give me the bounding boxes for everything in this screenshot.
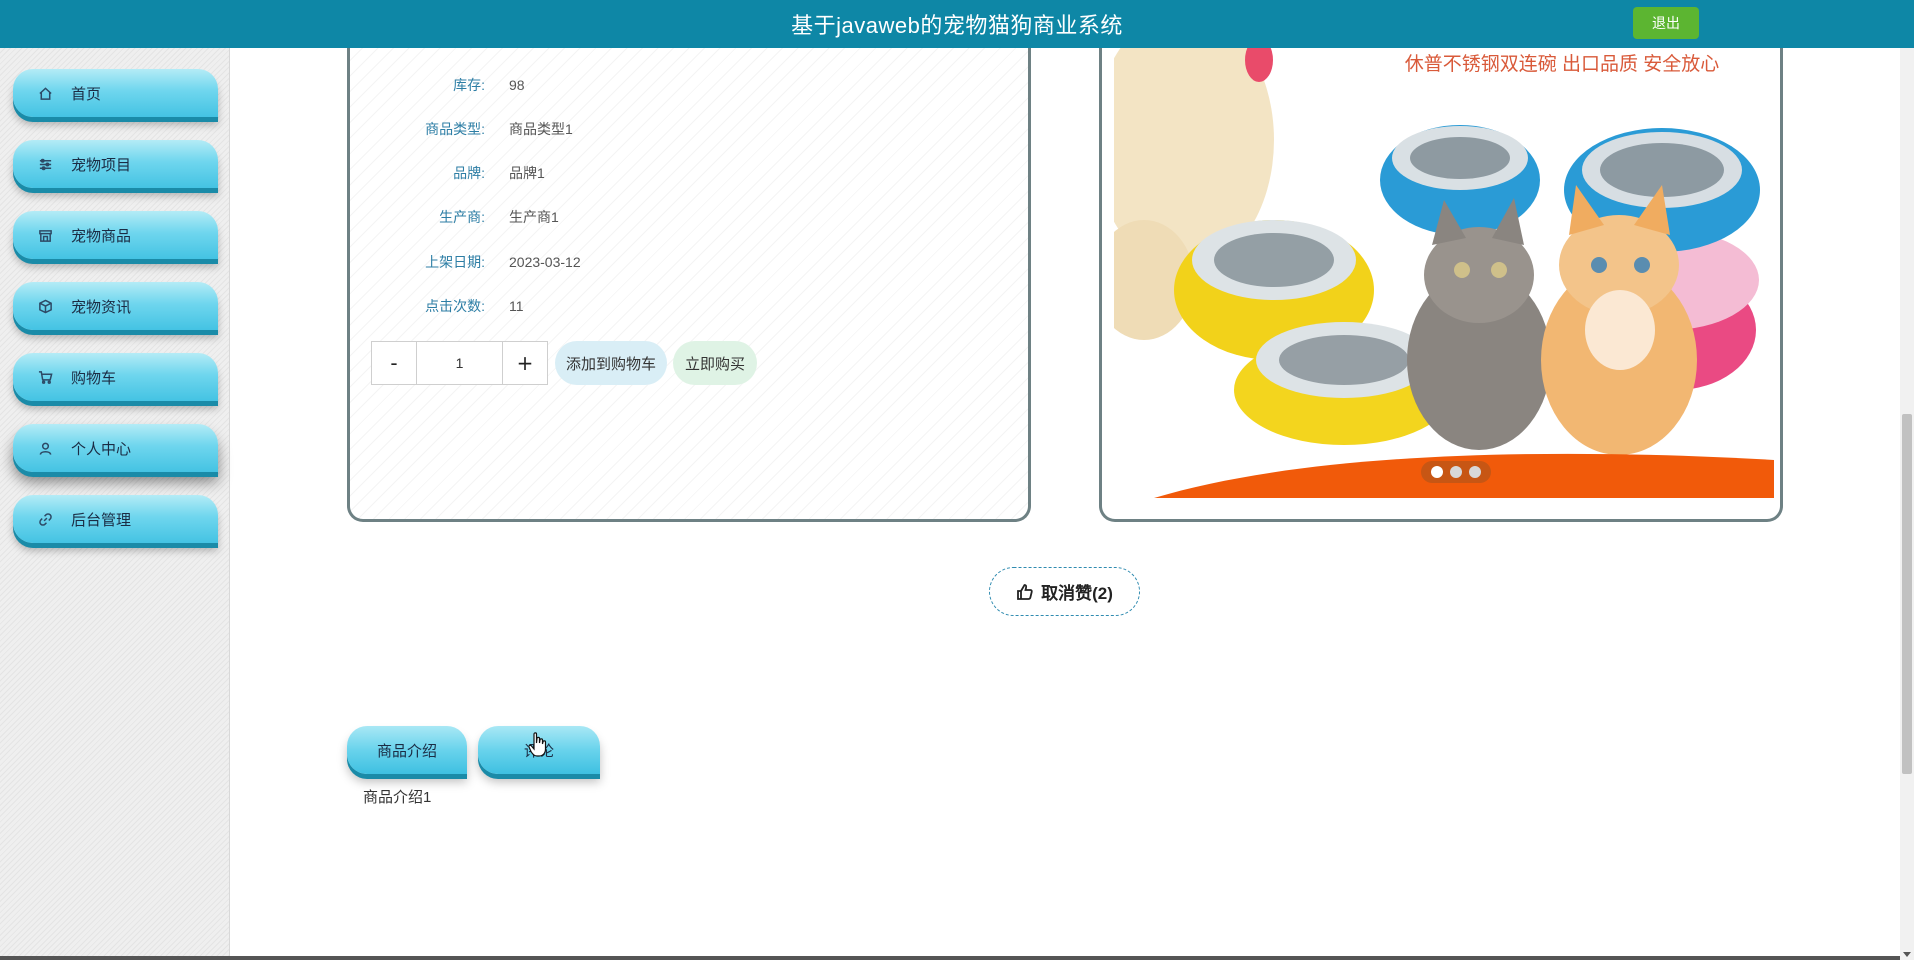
scroll-down-arrow-icon[interactable] (1903, 952, 1911, 957)
add-to-cart-button[interactable]: 添加到购物车 (555, 341, 667, 385)
quantity-input[interactable]: 1 (416, 342, 503, 384)
field-product-type: 商品类型: 商品类型1 (350, 118, 573, 140)
logout-button[interactable]: 退出 (1633, 7, 1699, 39)
app-title: 基于javaweb的宠物猫狗商业系统 (791, 13, 1123, 38)
carousel-dot[interactable] (1450, 466, 1462, 478)
sliders-icon (37, 156, 53, 172)
increment-button[interactable]: + (503, 342, 547, 384)
field-manufacturer: 生产商: 生产商1 (350, 206, 559, 228)
like-label: 取消赞(2) (1041, 584, 1113, 603)
product-detail-card: 库存: 98 商品类型: 商品类型1 品牌: 品牌1 生产商: 生产商1 上架日… (347, 30, 1031, 522)
decrement-button[interactable]: - (372, 342, 416, 384)
user-icon (37, 440, 53, 456)
field-label: 生产商: (439, 209, 485, 225)
field-brand: 品牌: 品牌1 (350, 162, 545, 184)
sidebar-item-pet-projects[interactable]: 宠物项目 (13, 140, 218, 188)
product-image: 休普不锈钢双连碗 出口品质 安全放心 (1114, 30, 1774, 498)
unlike-button[interactable]: 取消赞(2) (989, 567, 1140, 616)
sidebar-item-label: 购物车 (71, 369, 117, 387)
field-label: 库存: (453, 77, 485, 93)
sidebar-item-pet-products[interactable]: 宠物商品 (13, 211, 218, 259)
field-value: 生产商1 (509, 209, 559, 225)
tab-content-text: 商品介绍1 (363, 789, 432, 806)
home-icon (37, 85, 53, 101)
field-label: 点击次数: (425, 298, 485, 314)
page-scrollbar[interactable] (1900, 48, 1914, 960)
quantity-stepper: - 1 + (371, 341, 548, 385)
shop-icon (37, 227, 53, 243)
scroll-thumb[interactable] (1902, 414, 1912, 774)
field-value: 98 (509, 77, 525, 93)
link-icon (37, 511, 53, 527)
field-listing-date: 上架日期: 2023-03-12 (350, 251, 581, 273)
horizontal-scrollbar (0, 956, 1900, 960)
sidebar-item-cart[interactable]: 购物车 (13, 353, 218, 401)
sidebar-item-pet-news[interactable]: 宠物资讯 (13, 282, 218, 330)
buy-now-button[interactable]: 立即购买 (673, 341, 757, 385)
field-click-count: 点击次数: 11 (350, 295, 524, 317)
sidebar-item-label: 宠物商品 (71, 227, 132, 245)
field-value: 11 (509, 298, 524, 314)
carousel-slogan: 休普不锈钢双连碗 出口品质 安全放心 (1405, 53, 1720, 75)
sidebar-item-label: 个人中心 (71, 440, 132, 458)
top-header: 基于javaweb的宠物猫狗商业系统 退出 (0, 0, 1914, 48)
cube-icon (37, 298, 53, 314)
sidebar-item-label: 宠物项目 (71, 156, 132, 174)
field-label: 上架日期: (425, 254, 485, 270)
product-carousel[interactable]: 休普不锈钢双连碗 出口品质 安全放心 (1114, 30, 1774, 498)
sidebar-item-home[interactable]: 首页 (13, 69, 218, 117)
carousel-dot[interactable] (1431, 466, 1443, 478)
sidebar-item-label: 首页 (71, 85, 102, 103)
field-value: 2023-03-12 (509, 254, 581, 270)
sidebar-item-personal-center[interactable]: 个人中心 (13, 424, 218, 472)
field-label: 商品类型: (425, 121, 485, 137)
tab-product-intro[interactable]: 商品介绍 (347, 726, 467, 774)
carousel-dot[interactable] (1469, 466, 1481, 478)
cart-icon (37, 369, 53, 385)
sidebar-item-label: 后台管理 (71, 511, 132, 529)
sidebar-item-admin[interactable]: 后台管理 (13, 495, 218, 543)
thumbs-up-icon (1017, 583, 1033, 600)
sidebar: 首页 宠物项目 宠物商品 宠物资讯 购物车 个人中心 后台管理 (0, 48, 230, 960)
carousel-indicators (1421, 461, 1491, 483)
field-value: 品牌1 (509, 165, 545, 181)
field-stock: 库存: 98 (350, 74, 525, 96)
sidebar-item-label: 宠物资讯 (71, 298, 132, 316)
field-label: 品牌: (453, 165, 485, 181)
field-value: 商品类型1 (509, 121, 573, 137)
mouse-pointer-icon (528, 732, 547, 757)
product-image-card: 休普不锈钢双连碗 出口品质 安全放心 (1099, 30, 1783, 522)
